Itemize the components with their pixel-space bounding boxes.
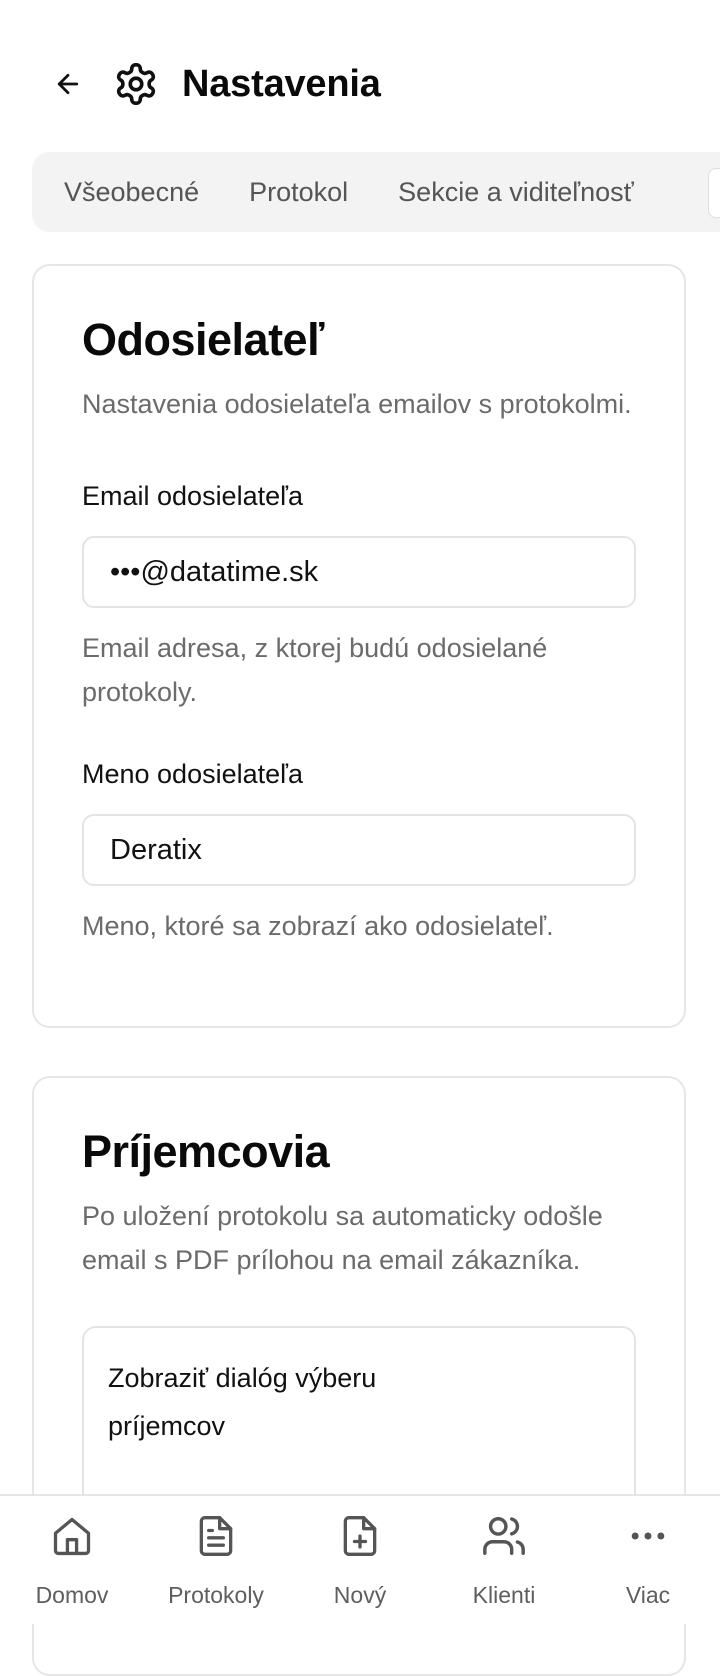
page-header: Nastavenia xyxy=(44,52,381,116)
tab-active-indicator[interactable] xyxy=(708,168,720,218)
nav-item-more[interactable]: Viac xyxy=(576,1496,720,1624)
sender-email-field[interactable]: •••@datatime.sk xyxy=(82,536,636,608)
nav-label-home: Domov xyxy=(35,1582,109,1608)
nav-label-clients: Klienti xyxy=(472,1582,536,1608)
file-plus-icon xyxy=(334,1510,386,1562)
sender-name-field[interactable]: Deratix xyxy=(82,814,636,886)
recipients-card-title: Príjemcovia xyxy=(82,1126,330,1177)
sender-name-helper: Meno, ktoré sa zobrazí ako odosielateľ. xyxy=(82,911,554,941)
nav-label-protocols: Protokoly xyxy=(168,1582,264,1608)
gear-icon xyxy=(112,60,160,108)
nav-item-home[interactable]: Domov xyxy=(0,1496,144,1624)
recipients-card-description: Po uložení protokolu sa automaticky odoš… xyxy=(82,1201,603,1275)
arrow-left-icon xyxy=(57,73,79,95)
more-icon xyxy=(622,1510,674,1562)
nav-label-new: Nový xyxy=(333,1582,387,1608)
document-icon xyxy=(190,1510,242,1562)
recipient-dialog-option-label: Zobraziť dialóg výberu príjemcov xyxy=(108,1363,377,1441)
page-title: Nastavenia xyxy=(182,62,381,105)
sender-name-label: Meno odosielateľa xyxy=(82,759,304,789)
nav-item-protocols[interactable]: Protokoly xyxy=(144,1496,288,1624)
sender-card-title: Odosielateľ xyxy=(82,314,324,365)
bottom-nav: Domov Protokoly Nový Klienti Viac xyxy=(0,1494,720,1624)
nav-item-new[interactable]: Nový xyxy=(288,1496,432,1624)
sender-email-value: •••@datatime.sk xyxy=(110,555,319,588)
settings-tabs: Všeobecné Protokol Sekcie a viditeľnosť xyxy=(32,152,720,232)
nav-label-more: Viac xyxy=(625,1582,671,1608)
sender-email-helper: Email adresa, z ktorej budú odosielané p… xyxy=(82,633,548,707)
sender-name-value: Deratix xyxy=(110,833,202,866)
nav-item-clients[interactable]: Klienti xyxy=(432,1496,576,1624)
home-icon xyxy=(46,1510,98,1562)
tab-protocol[interactable]: Protokol xyxy=(217,177,348,208)
sender-email-label: Email odosielateľa xyxy=(82,481,303,511)
sender-card-description: Nastavenia odosielateľa emailov s protok… xyxy=(82,389,632,419)
back-button[interactable] xyxy=(44,60,92,108)
tab-general[interactable]: Všeobecné xyxy=(32,177,199,208)
tab-sections-visibility[interactable]: Sekcie a viditeľnosť xyxy=(366,177,634,208)
users-icon xyxy=(478,1510,530,1562)
sender-card: Odosielateľ Nastavenia odosielateľa emai… xyxy=(32,264,686,1028)
